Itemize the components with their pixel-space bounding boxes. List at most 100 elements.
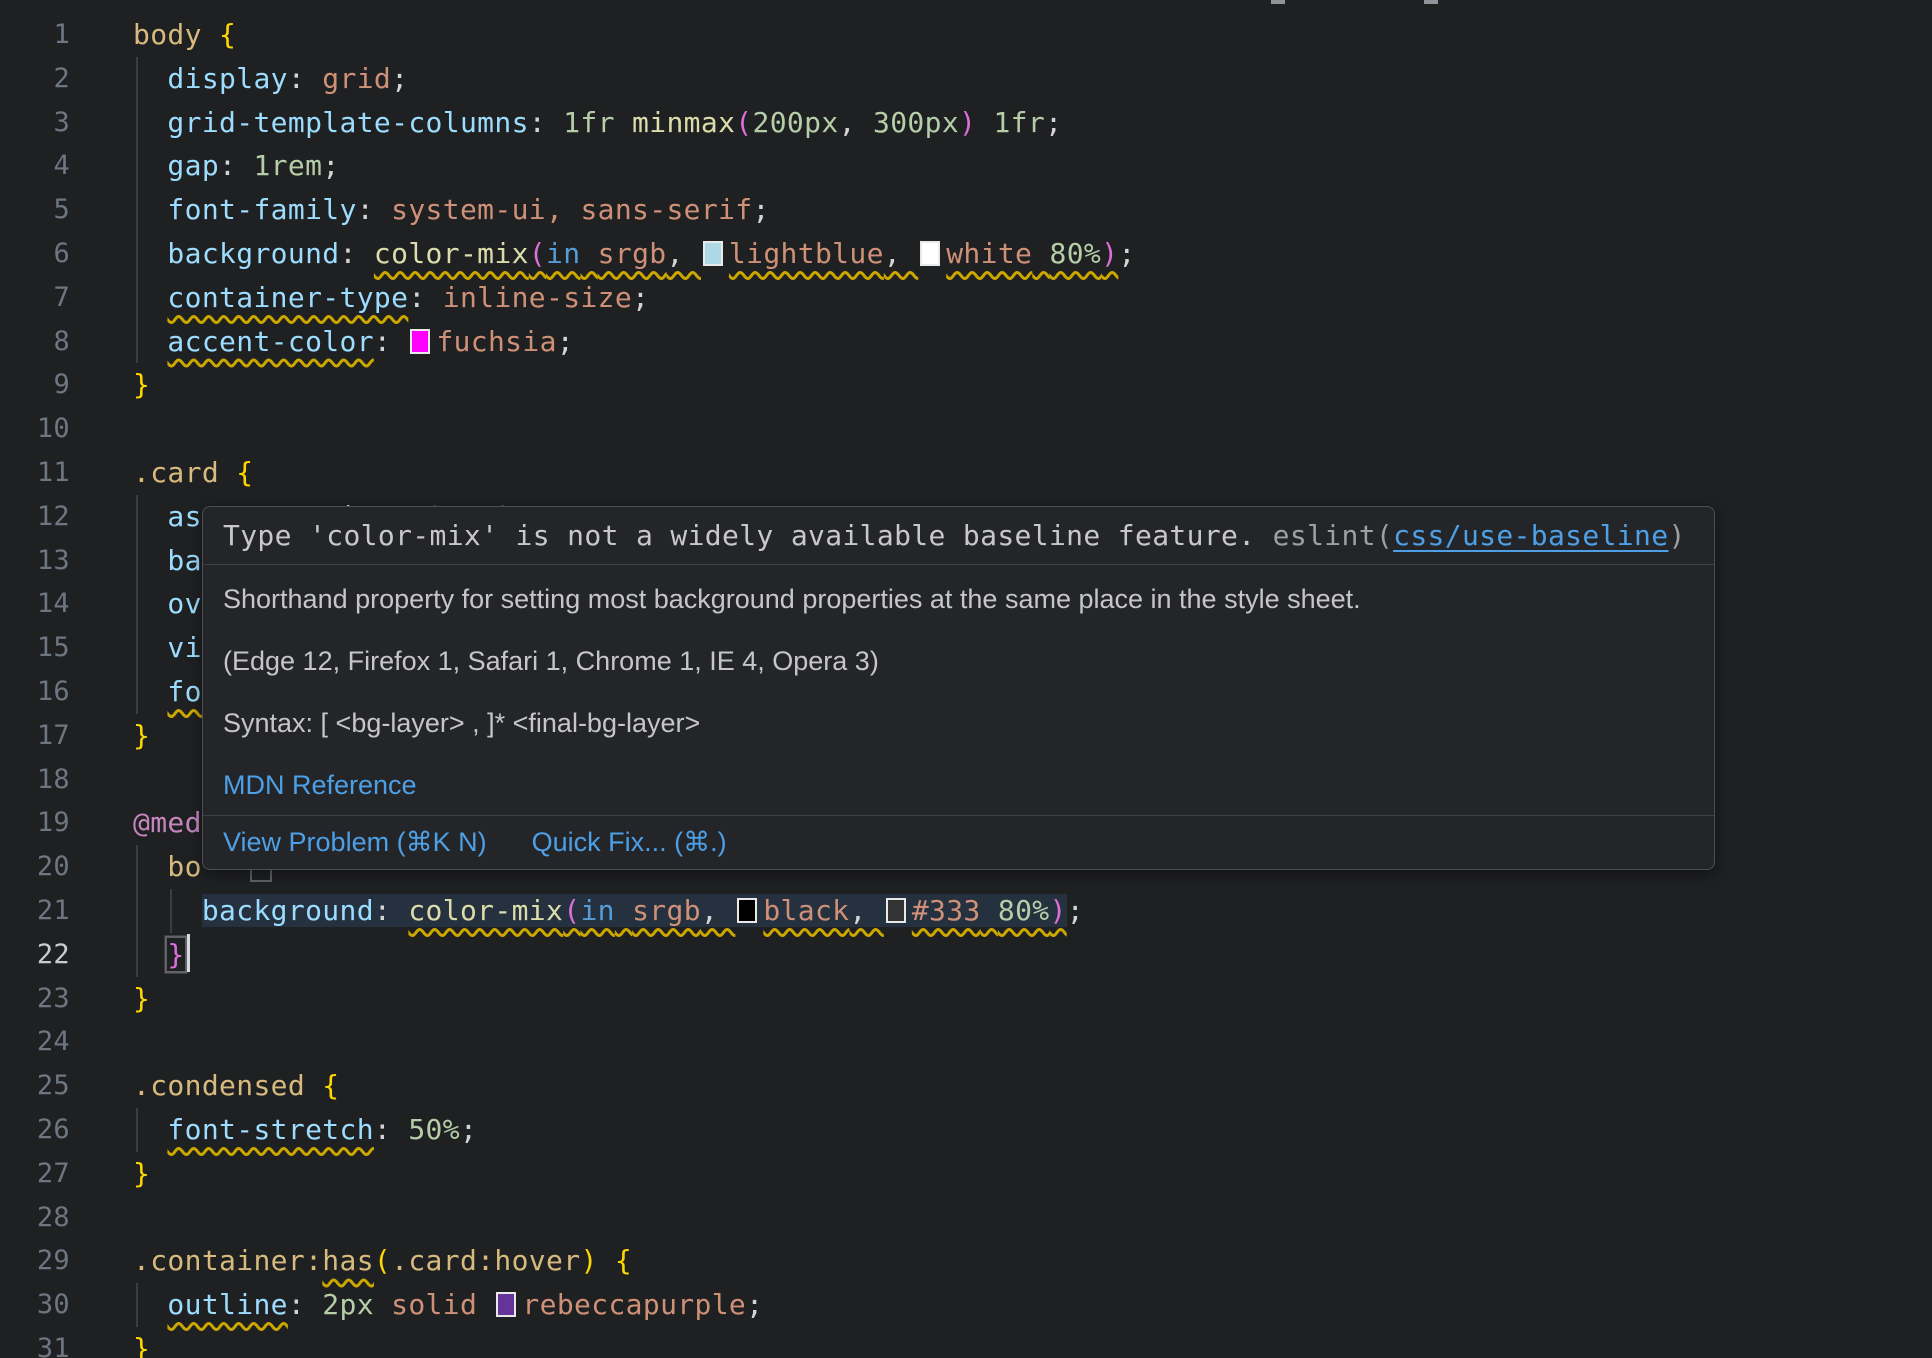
line-number[interactable]: 5 — [0, 188, 70, 232]
line-number[interactable]: 21 — [0, 889, 70, 933]
eslint-rule-link[interactable]: css/use-baseline — [1393, 519, 1668, 552]
code-line[interactable]: font-family: system-ui, sans-serif; — [133, 188, 1932, 232]
code-line[interactable]: } — [133, 1327, 1932, 1358]
code-token: srgb — [632, 894, 701, 927]
code-token: } — [133, 1332, 150, 1358]
code-line[interactable]: .container:has(.card:hover) { — [133, 1239, 1932, 1283]
line-number[interactable]: 2 — [0, 57, 70, 101]
quick-fix-button[interactable]: Quick Fix... (⌘.) — [532, 827, 727, 858]
line-number[interactable]: 17 — [0, 714, 70, 758]
color-swatch-wrap — [918, 237, 946, 270]
line-number[interactable]: 29 — [0, 1239, 70, 1283]
code-line[interactable]: grid-template-columns: 1fr minmax(200px,… — [133, 101, 1932, 145]
code-line[interactable] — [133, 407, 1932, 451]
code-token: ba — [167, 544, 201, 577]
code-line[interactable]: .card { — [133, 451, 1932, 495]
line-number[interactable]: 22 — [0, 933, 70, 977]
code-line[interactable]: font-stretch: 50%; — [133, 1108, 1932, 1152]
code-token: gap — [167, 149, 219, 182]
line-number[interactable]: 14 — [0, 582, 70, 626]
code-line[interactable]: .condensed { — [133, 1064, 1932, 1108]
bracket-match-fragment — [250, 870, 272, 882]
line-number[interactable]: 16 — [0, 670, 70, 714]
code-token: black — [763, 894, 849, 927]
code-token — [133, 938, 167, 971]
code-token: outline — [167, 1288, 287, 1321]
code-token: , — [546, 193, 580, 226]
code-token: 1fr — [993, 106, 1045, 139]
color-swatch[interactable] — [703, 241, 723, 266]
code-token — [133, 281, 167, 314]
line-number[interactable]: 28 — [0, 1196, 70, 1240]
code-token: fuchsia — [436, 325, 556, 358]
line-number[interactable]: 15 — [0, 626, 70, 670]
text-cursor — [187, 934, 190, 972]
line-number[interactable]: 31 — [0, 1327, 70, 1358]
code-token: 200px — [753, 106, 839, 139]
line-number[interactable]: 6 — [0, 232, 70, 276]
code-token: ) — [959, 106, 976, 139]
line-number-gutter: 1234567891011121314151617181920212223242… — [0, 13, 70, 1358]
code-token: background — [167, 237, 339, 270]
code-line[interactable] — [133, 1196, 1932, 1240]
line-number[interactable]: 8 — [0, 320, 70, 364]
line-number[interactable]: 10 — [0, 407, 70, 451]
code-token: } — [167, 938, 184, 971]
line-number[interactable]: 23 — [0, 977, 70, 1021]
line-number[interactable]: 19 — [0, 801, 70, 845]
line-number[interactable]: 18 — [0, 758, 70, 802]
line-number[interactable]: 26 — [0, 1108, 70, 1152]
code-line[interactable]: container-type: inline-size; — [133, 276, 1932, 320]
line-number[interactable]: 7 — [0, 276, 70, 320]
line-number[interactable]: 20 — [0, 845, 70, 889]
line-number[interactable]: 25 — [0, 1064, 70, 1108]
code-token — [133, 850, 167, 883]
line-number[interactable]: 13 — [0, 539, 70, 583]
code-token: 1fr — [563, 106, 615, 139]
code-token — [133, 500, 167, 533]
code-line[interactable]: background: color-mix(in srgb, black, #3… — [133, 889, 1932, 933]
mdn-reference-link[interactable]: MDN Reference — [223, 770, 417, 800]
code-line[interactable]: } — [133, 977, 1932, 1021]
color-swatch[interactable] — [737, 898, 757, 923]
color-swatch[interactable] — [886, 898, 906, 923]
code-token: : — [219, 149, 253, 182]
color-swatch[interactable] — [410, 329, 430, 354]
code-line[interactable]: accent-color: fuchsia; — [133, 320, 1932, 364]
code-line[interactable]: } — [133, 1152, 1932, 1196]
line-number[interactable]: 4 — [0, 144, 70, 188]
line-number[interactable]: 1 — [0, 13, 70, 57]
line-number[interactable]: 24 — [0, 1020, 70, 1064]
code-token — [133, 149, 167, 182]
diagnostic-message: Type 'color-mix' is not a widely availab… — [223, 519, 1273, 552]
line-number[interactable]: 9 — [0, 363, 70, 407]
line-number[interactable]: 12 — [0, 495, 70, 539]
code-line[interactable]: } — [133, 933, 1932, 977]
code-line[interactable]: outline: 2px solid rebeccapurple; — [133, 1283, 1932, 1327]
code-line[interactable]: background: color-mix(in srgb, lightblue… — [133, 232, 1932, 276]
code-line[interactable]: } — [133, 363, 1932, 407]
view-problem-button[interactable]: View Problem (⌘K N) — [223, 827, 487, 858]
color-swatch[interactable] — [496, 1292, 516, 1317]
code-token: 80% — [998, 894, 1050, 927]
code-token: ; — [746, 1288, 763, 1321]
code-token — [981, 894, 998, 927]
line-number[interactable]: 11 — [0, 451, 70, 495]
line-number[interactable]: 3 — [0, 101, 70, 145]
code-token: inline-size — [443, 281, 632, 314]
code-token: , — [849, 894, 883, 927]
color-swatch-wrap — [701, 237, 729, 270]
code-token: accent-color — [167, 325, 374, 358]
code-token — [374, 1288, 391, 1321]
code-token: , — [839, 106, 873, 139]
line-number[interactable]: 27 — [0, 1152, 70, 1196]
code-token: ; — [1118, 237, 1135, 270]
code-token — [133, 237, 167, 270]
line-number[interactable]: 30 — [0, 1283, 70, 1327]
code-line[interactable] — [133, 1020, 1932, 1064]
code-line[interactable]: display: grid; — [133, 57, 1932, 101]
color-swatch[interactable] — [920, 241, 940, 266]
code-line[interactable]: body { — [133, 13, 1932, 57]
code-token: solid — [391, 1288, 477, 1321]
code-line[interactable]: gap: 1rem; — [133, 144, 1932, 188]
